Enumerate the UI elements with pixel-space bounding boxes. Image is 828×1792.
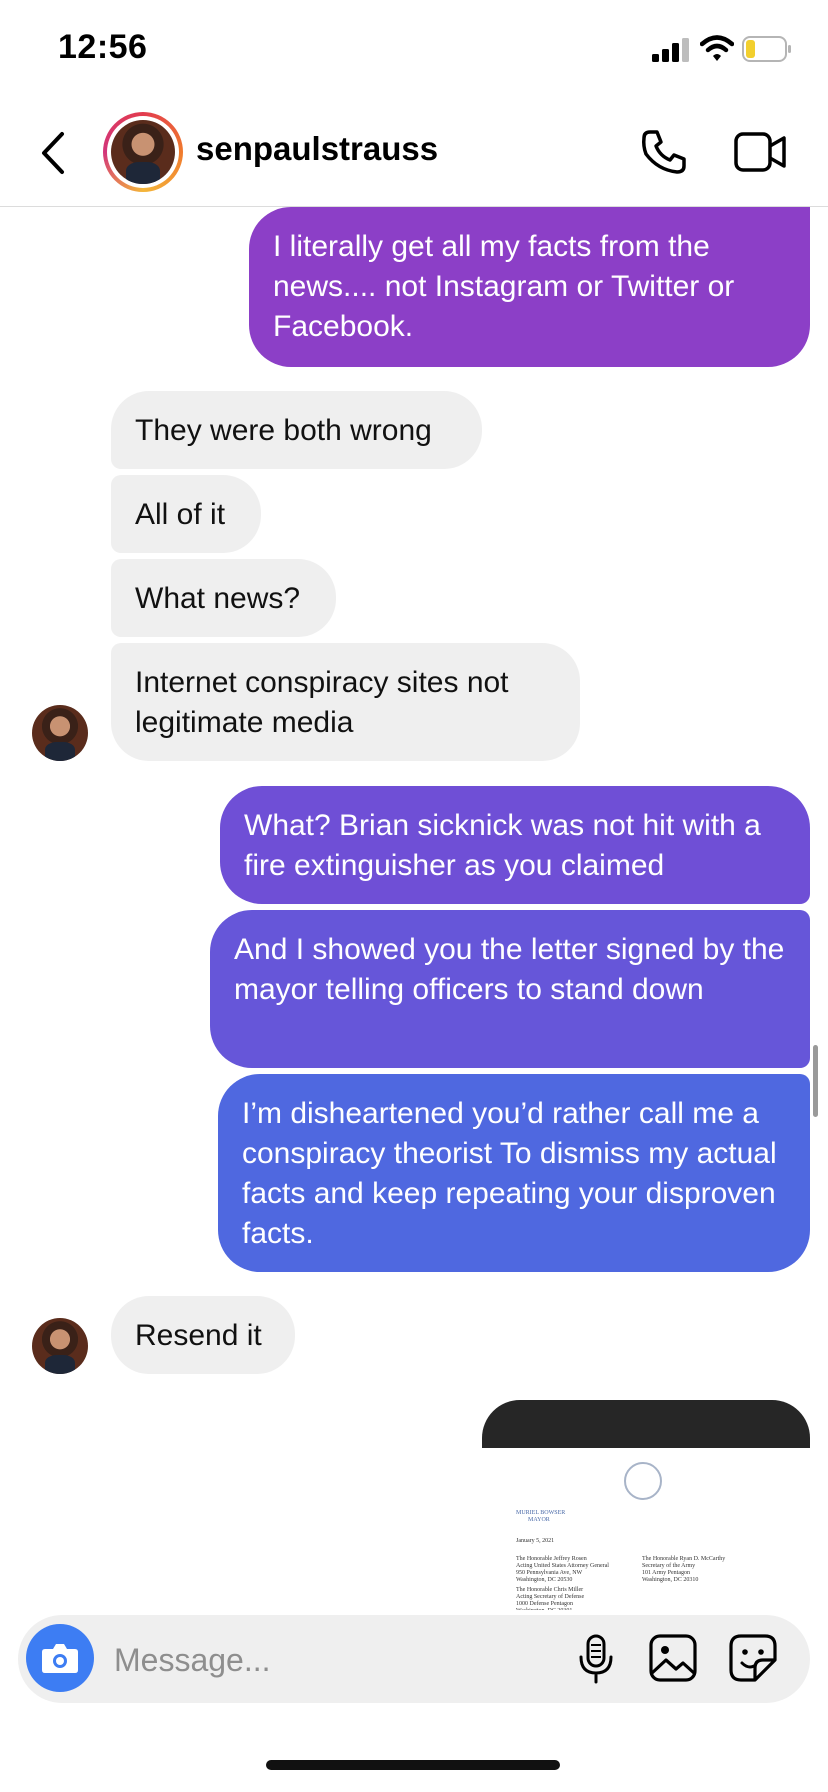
shared-image-letter[interactable]: MURIEL BOWSER MAYOR January 5, 2021 The … bbox=[482, 1400, 810, 1610]
letter-addressee: The Honorable Jeffrey Rosen Acting Unite… bbox=[516, 1556, 609, 1583]
message-received[interactable]: They were both wrong bbox=[111, 391, 482, 469]
battery-icon bbox=[742, 36, 791, 62]
seal-icon bbox=[624, 1462, 662, 1500]
message-received[interactable]: All of it bbox=[111, 475, 261, 553]
message-received[interactable]: Internet conspiracy sites not legitimate… bbox=[111, 643, 580, 761]
profile-photo bbox=[111, 120, 175, 184]
status-bar: 12:56 bbox=[0, 0, 828, 100]
message-input[interactable] bbox=[112, 1623, 576, 1697]
chat-username[interactable]: senpaulstrauss bbox=[196, 130, 438, 168]
letter-addressee: The Honorable Ryan D. McCarthy Secretary… bbox=[642, 1556, 726, 1583]
phone-icon[interactable] bbox=[640, 128, 688, 176]
message-composer bbox=[18, 1615, 810, 1703]
gallery-icon[interactable] bbox=[648, 1633, 698, 1683]
home-indicator[interactable] bbox=[266, 1760, 560, 1770]
video-camera-icon[interactable] bbox=[734, 130, 786, 174]
camera-icon bbox=[42, 1644, 78, 1673]
message-sent[interactable]: I’m disheartened you’d rather call me a … bbox=[218, 1074, 810, 1272]
scrollbar[interactable] bbox=[813, 1045, 818, 1117]
cellular-signal-icon bbox=[652, 38, 689, 62]
chat-header: senpaulstrauss bbox=[0, 100, 828, 207]
microphone-icon[interactable] bbox=[576, 1633, 616, 1685]
message-sent[interactable]: And I showed you the letter signed by th… bbox=[210, 910, 810, 1068]
wifi-icon bbox=[700, 35, 734, 61]
camera-button[interactable] bbox=[26, 1624, 94, 1692]
status-time: 12:56 bbox=[58, 28, 148, 66]
avatar[interactable] bbox=[32, 705, 88, 761]
letterhead-title: MAYOR bbox=[528, 1517, 550, 1523]
chevron-left-icon[interactable] bbox=[34, 128, 74, 178]
sticker-icon[interactable] bbox=[728, 1633, 778, 1683]
message-received[interactable]: What news? bbox=[111, 559, 336, 637]
message-sent[interactable]: I literally get all my facts from the ne… bbox=[249, 207, 810, 367]
letter-date: January 5, 2021 bbox=[516, 1538, 555, 1544]
letter-addressee: The Honorable Chris Miller Acting Secret… bbox=[516, 1587, 585, 1610]
letterhead-name: MURIEL BOWSER bbox=[516, 1510, 566, 1516]
avatar[interactable] bbox=[32, 1318, 88, 1374]
message-sent[interactable]: What? Brian sicknick was not hit with a … bbox=[220, 786, 810, 904]
avatar[interactable] bbox=[103, 112, 183, 192]
message-received[interactable]: Resend it bbox=[111, 1296, 295, 1374]
